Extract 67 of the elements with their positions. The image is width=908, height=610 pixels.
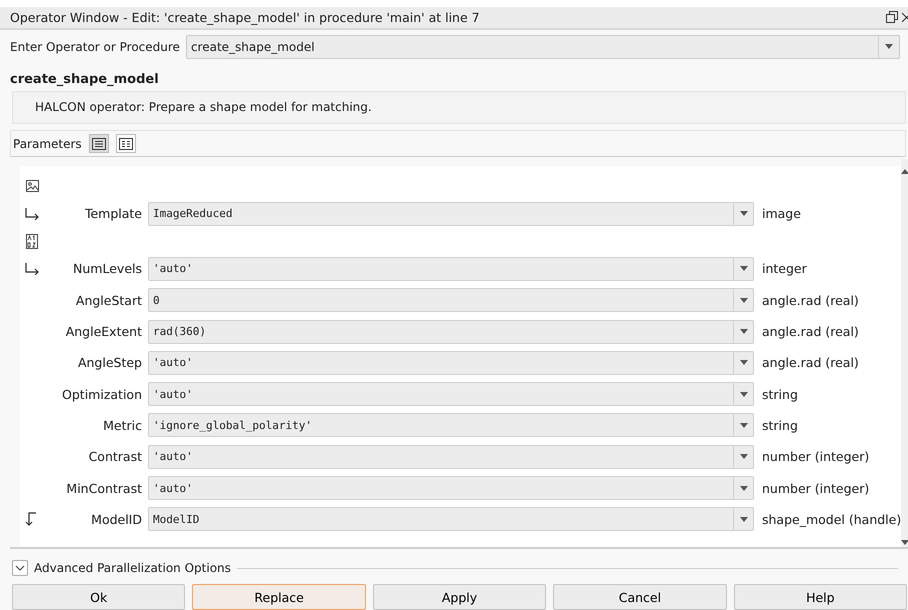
restore-icon[interactable] [886,11,898,24]
window-title: Operator Window - Edit: 'create_shape_model' in procedure 'main' at line 7 [10,10,481,25]
caret-icon [740,266,748,272]
operator-combo[interactable]: create_shape_model [186,34,900,59]
chevron-icon [15,565,25,572]
close-icon[interactable] [902,12,908,23]
dialog-button[interactable]: Ok [12,584,186,610]
dialog-button[interactable]: Help [734,584,908,610]
parameter-type: angle.rad (real) [761,292,859,308]
parameter-combo[interactable]: 'auto' [148,256,754,281]
parameter-combo[interactable]: 'auto' [148,476,754,500]
parameter-name: Template [84,206,143,222]
operator-description: HALCON operator: Prepare a shape model for matching. [35,100,372,114]
parameter-type: angle.rad (real) [761,324,859,340]
parameter-type: integer [761,261,807,276]
parameters-label: Parameters [13,136,82,151]
parameter-type: string [761,418,798,433]
input-arrow-icon [25,262,39,275]
parameter-combo[interactable]: 'ignore_global_polarity' [148,413,754,438]
parameter-name: Metric [102,418,143,433]
parameter-combo[interactable]: ImageReduced [148,202,754,226]
dialog-button[interactable]: Replace [192,584,366,610]
caret-icon [740,454,748,460]
parameter-name: NumLevels [72,261,143,276]
parameter-type: number (integer) [761,449,870,464]
operator-label: Enter Operator or Procedure [10,40,180,54]
image-icon [26,180,39,192]
parameter-type: number (integer) [761,480,870,496]
parameter-name: Contrast [88,449,143,464]
grid-view-button[interactable] [116,134,136,154]
output-arrow-icon [25,512,37,526]
parameter-name: AngleExtent [64,324,143,340]
scroll-down-icon[interactable] [901,540,908,546]
parameter-name: AngleStep [76,355,143,370]
parameter-name: MinContrast [65,480,143,496]
scroll-up-icon[interactable] [901,169,908,174]
caret-icon [740,211,748,216]
expand-toggle[interactable] [12,560,28,576]
caret-icon [740,392,748,397]
parameter-combo[interactable]: 'auto' [148,444,754,469]
table-icon [26,234,38,249]
parameter-combo[interactable]: 0 [148,288,754,312]
scrollbar[interactable] [901,159,908,548]
caret-icon [740,360,748,366]
caret-icon [740,329,748,334]
parameter-combo[interactable]: 'auto' [148,350,754,375]
parameter-combo[interactable]: ModelID [148,507,754,532]
parameter-combo[interactable]: 'auto' [148,382,754,406]
dialog-button[interactable]: Apply [372,584,546,610]
parameter-type: image [761,206,801,222]
list-view-button[interactable] [88,134,109,154]
operator-name: create_shape_model [9,70,160,89]
parameter-name: AngleStart [74,292,143,308]
caret-icon [740,486,748,491]
caret-icon [740,516,748,522]
caret-icon [885,44,893,50]
parameter-name: Optimization [61,386,143,402]
parameter-type: string [761,386,798,402]
parameter-type: angle.rad (real) [761,355,859,370]
parameter-combo[interactable]: rad(360) [148,320,754,344]
parameter-type: shape_model (handle) [761,512,902,527]
caret-icon [740,422,748,428]
parameter-name: ModelID [90,512,143,527]
caret-icon [740,298,748,303]
dialog-button[interactable]: Cancel [553,584,727,610]
advanced-options-label: Advanced Parallelization Options [34,561,231,576]
input-arrow-icon [25,208,39,220]
